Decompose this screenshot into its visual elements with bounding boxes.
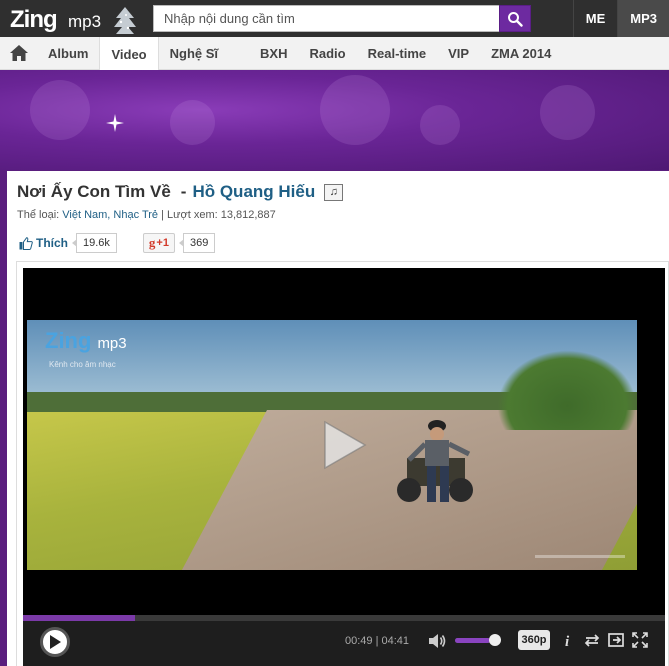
volume-level bbox=[455, 638, 490, 643]
volume-icon[interactable] bbox=[427, 631, 447, 651]
video-zing-logo: Zing mp3 bbox=[45, 328, 127, 354]
sparkle-icon bbox=[106, 114, 124, 132]
gplus-label: +1 bbox=[156, 237, 169, 249]
thumbs-up-icon bbox=[19, 236, 33, 250]
nav-item-bxh[interactable]: BXH bbox=[249, 37, 298, 69]
video-tagline: Kênh cho âm nhạc bbox=[49, 360, 116, 369]
time-display: 00:49 | 04:41 bbox=[345, 635, 409, 647]
banner-bokeh bbox=[540, 85, 595, 140]
search-icon bbox=[508, 11, 523, 27]
nav-item-zma-2014[interactable]: ZMA 2014 bbox=[480, 37, 562, 69]
title-separator: - bbox=[180, 182, 187, 201]
top-bar: Zing mp3 ME MP3 bbox=[0, 0, 669, 37]
artist-link[interactable]: Hồ Quang Hiếu bbox=[192, 182, 315, 202]
title-row: Nơi Ấy Con Tìm Về - Hồ Quang Hiếu ♫ bbox=[17, 181, 344, 203]
genre-links[interactable]: Việt Nam, Nhạc Trẻ bbox=[62, 209, 158, 221]
time-separator: | bbox=[372, 635, 382, 647]
main-nav: Album Video Nghệ Sĩ BXH Radio Real-time … bbox=[0, 37, 669, 71]
genre-label: Thể loại: bbox=[17, 209, 60, 221]
top-link-mp3[interactable]: MP3 bbox=[617, 0, 669, 37]
app-root: Zing mp3 ME MP3 bbox=[0, 0, 669, 666]
nav-item-nghe-si[interactable]: Nghệ Sĩ bbox=[159, 37, 229, 69]
banner-bokeh bbox=[420, 105, 460, 145]
gplus-g-icon: g bbox=[148, 235, 156, 250]
big-play-icon[interactable] bbox=[323, 420, 367, 470]
logo-subtext: mp3 bbox=[68, 12, 102, 31]
song-title: Nơi Ấy Con Tìm Về bbox=[17, 182, 171, 201]
play-button[interactable] bbox=[40, 627, 70, 657]
video-content: Nơi Ấy Con Tìm Về - Hồ Quang Hiếu ♫ Thể … bbox=[7, 171, 669, 666]
current-time: 00:49 bbox=[345, 635, 373, 647]
play-icon bbox=[50, 635, 61, 649]
duration: 04:41 bbox=[381, 635, 410, 647]
home-icon bbox=[9, 45, 28, 61]
nav-item-video[interactable]: Video bbox=[99, 37, 159, 71]
banner-bokeh bbox=[30, 80, 90, 140]
like-count: 19.6k bbox=[72, 233, 117, 253]
player-frame: Zing mp3 Kênh cho âm nhạc 00:49 | 04:41 … bbox=[16, 261, 669, 666]
nav-item-radio[interactable]: Radio bbox=[298, 37, 356, 69]
christmas-tree-icon bbox=[114, 7, 136, 34]
video-frame[interactable]: Zing mp3 Kênh cho âm nhạc bbox=[27, 320, 637, 570]
gplus-button[interactable]: g +1 bbox=[142, 233, 175, 253]
player-controls: 00:49 | 04:41 360p i bbox=[23, 621, 665, 666]
banner-bokeh bbox=[320, 75, 390, 145]
like-label: Thích bbox=[36, 236, 68, 250]
top-link-me[interactable]: ME bbox=[572, 0, 618, 37]
meta-row: Thể loại: Việt Nam, Nhạc Trẻ | Lượt xem:… bbox=[17, 209, 276, 221]
video-player: Zing mp3 Kênh cho âm nhạc 00:49 | 04:41 … bbox=[23, 268, 665, 666]
banner-bokeh bbox=[170, 100, 215, 145]
video-logo-text: Zing bbox=[45, 328, 92, 353]
quality-button[interactable]: 360p bbox=[518, 630, 550, 650]
video-watermark bbox=[535, 555, 625, 558]
volume-knob[interactable] bbox=[489, 634, 501, 646]
music-note-icon[interactable]: ♫ bbox=[324, 183, 344, 201]
svg-text:i: i bbox=[565, 634, 570, 649]
nav-home[interactable] bbox=[0, 37, 37, 69]
search-box bbox=[153, 5, 531, 32]
gplus-count: 369 bbox=[178, 233, 216, 253]
like-button[interactable]: Thích bbox=[19, 236, 68, 250]
info-icon[interactable]: i bbox=[559, 631, 577, 649]
fullscreen-icon[interactable] bbox=[631, 631, 649, 649]
nav-item-album[interactable]: Album bbox=[37, 37, 99, 69]
nav-item-real-time[interactable]: Real-time bbox=[357, 37, 438, 69]
popout-icon[interactable] bbox=[607, 631, 625, 649]
zing-mp3-logo[interactable]: Zing mp3 bbox=[8, 4, 138, 34]
nav-item-vip[interactable]: VIP bbox=[437, 37, 480, 69]
views-count: 13,812,887 bbox=[220, 209, 276, 221]
views-label: | Lượt xem: bbox=[161, 209, 218, 221]
social-row: Thích 19.6k g +1 369 bbox=[19, 232, 216, 254]
top-links: ME MP3 bbox=[572, 0, 669, 37]
video-trees-right bbox=[497, 350, 637, 430]
logo-text: Zing bbox=[10, 6, 58, 33]
search-input[interactable] bbox=[153, 5, 500, 32]
search-button[interactable] bbox=[499, 5, 531, 32]
repeat-icon[interactable] bbox=[583, 631, 601, 649]
cart-rider-image bbox=[397, 420, 473, 502]
video-logo-subtext: mp3 bbox=[97, 335, 127, 352]
purple-banner bbox=[0, 70, 669, 170]
